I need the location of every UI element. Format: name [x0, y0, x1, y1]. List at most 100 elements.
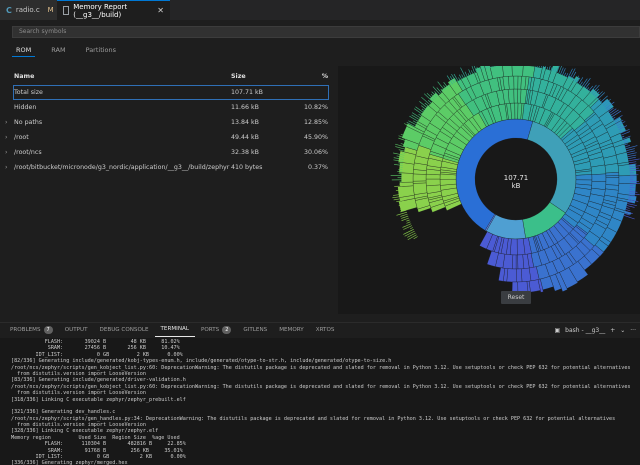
terminal-controls: ▣ bash - __g3__ + ⌄ ···	[555, 323, 637, 337]
header-name[interactable]: Name	[14, 73, 34, 80]
table-row[interactable]: Total size 107.71 kB	[13, 85, 329, 100]
table-row[interactable]: › /root/ncs 32.38 kB 30.06%	[4, 145, 330, 160]
sunburst-fringe	[406, 221, 411, 224]
tab-rom[interactable]: ROM	[12, 45, 36, 57]
tab-terminal[interactable]: TERMINAL	[154, 323, 195, 337]
sunburst-outer-slice[interactable]	[517, 254, 525, 270]
tab-label: radio.c	[15, 6, 40, 14]
sunburst-fringe	[419, 101, 428, 108]
tab-partitions[interactable]: Partitions	[82, 45, 120, 57]
sunburst-fringe	[626, 150, 635, 153]
sunburst-fringe	[564, 72, 567, 76]
sunburst-chart[interactable]	[338, 66, 640, 314]
sunburst-fringe	[623, 215, 635, 220]
terminal-output[interactable]: FLASH: 39024 B 48 KB 81.02% SRAM: 27456 …	[0, 338, 640, 465]
sunburst-fringe	[401, 217, 409, 221]
sunburst-outer-slice[interactable]	[412, 180, 427, 184]
row-name: Total size	[14, 89, 43, 96]
sunburst-outer-slice[interactable]	[605, 177, 620, 186]
sunburst-fringe	[411, 114, 420, 120]
tab-ports[interactable]: PORTS 2	[195, 323, 237, 337]
sunburst-fringe	[621, 135, 625, 138]
tab-problems[interactable]: PROBLEMS 7	[4, 323, 59, 337]
sunburst-outer-slice[interactable]	[617, 163, 637, 177]
sunburst-fringe	[625, 209, 631, 212]
sunburst-outer-slice[interactable]	[502, 66, 513, 77]
terminal-line: /root/ncs/zephyr/scripts/gen_kobject_lis…	[11, 364, 631, 371]
tab-radio-c[interactable]: C radio.c M	[0, 0, 57, 20]
sunburst-fringe	[461, 74, 464, 79]
add-terminal-icon[interactable]: +	[610, 327, 615, 334]
problems-count-badge: 7	[43, 325, 53, 334]
tab-gitlens[interactable]: GITLENS	[237, 323, 273, 337]
chevron-right-icon[interactable]: ›	[5, 134, 8, 141]
row-name: Hidden	[14, 104, 37, 111]
sunburst-fringe	[467, 73, 470, 76]
sunburst-fringe	[625, 145, 630, 148]
sunburst-fringe	[464, 71, 468, 77]
sunburst-outer-slice[interactable]	[401, 172, 414, 183]
chevron-right-icon[interactable]: ›	[5, 164, 8, 171]
sunburst-outer-slice[interactable]	[412, 182, 428, 195]
sunburst-fringe	[412, 120, 417, 124]
sunburst-fringe	[468, 69, 472, 75]
close-icon[interactable]: ✕	[157, 6, 164, 15]
sunburst-outer-slice[interactable]	[511, 66, 524, 77]
tab-memory-report[interactable]: Memory Report (__g3__/build) ✕	[57, 0, 170, 20]
tab-label: OUTPUT	[64, 326, 88, 333]
table-row[interactable]: Hidden 11.66 kB 10.82%	[4, 100, 330, 115]
sunburst-fringe	[421, 108, 425, 112]
tab-debug-console[interactable]: DEBUG CONSOLE	[94, 323, 155, 337]
sunburst-outer-slice[interactable]	[605, 175, 620, 178]
tab-memory[interactable]: MEMORY	[273, 323, 310, 337]
header-percent[interactable]: %	[322, 73, 328, 80]
sunburst-outer-slice[interactable]	[521, 267, 532, 282]
table-row[interactable]: › /root/bitbucket/micronode/g3_nordic/ap…	[4, 160, 330, 175]
row-size: 32.38 kB	[231, 149, 259, 156]
sunburst-fringe	[586, 87, 590, 90]
sunburst-outer-slice[interactable]	[506, 268, 517, 283]
chevron-right-icon[interactable]: ›	[5, 149, 8, 156]
sunburst-fringe	[569, 68, 576, 79]
sunburst-fringe	[409, 115, 418, 122]
tab-xrtos[interactable]: XRTOS	[310, 323, 341, 337]
sunburst-outer-slice[interactable]	[591, 173, 607, 182]
row-percent: 10.82%	[303, 104, 328, 111]
sunburst-outer-slice[interactable]	[618, 175, 637, 185]
terminal-icon: ▣	[554, 326, 561, 334]
tab-ram[interactable]: RAM	[47, 45, 69, 57]
search-input[interactable]: Search symbols	[12, 26, 640, 38]
sunburst-outer-slice[interactable]	[513, 88, 518, 104]
row-percent: 30.06%	[303, 149, 328, 156]
sunburst-fringe	[403, 229, 414, 235]
sunburst-outer-slice[interactable]	[515, 254, 519, 270]
terminal-line: [336/336] Generating zephyr/merged.hex	[11, 460, 128, 465]
tab-label: Memory Report (__g3__/build)	[73, 2, 128, 19]
sunburst-fringe	[471, 70, 473, 74]
sunburst-outer-slice[interactable]	[425, 178, 441, 187]
chevron-down-icon[interactable]: ⌄	[620, 327, 625, 334]
sunburst-outer-slice[interactable]	[507, 88, 515, 104]
table-row[interactable]: › No paths 13.84 kB 12.85%	[4, 115, 330, 130]
more-actions-icon[interactable]: ···	[630, 327, 636, 334]
sunburst-outer-slice[interactable]	[412, 173, 427, 182]
reset-button[interactable]: Reset	[501, 291, 531, 304]
row-size: 13.84 kB	[231, 119, 259, 126]
header-size[interactable]: Size	[231, 73, 246, 80]
tab-output[interactable]: OUTPUT	[59, 323, 94, 337]
tab-label: MEMORY	[279, 326, 304, 333]
sunburst-outer-slice[interactable]	[575, 174, 593, 181]
sunburst-fringe	[624, 143, 628, 146]
sunburst-outer-slice[interactable]	[516, 268, 523, 283]
sunburst-fringe	[413, 236, 418, 240]
sunburst-fringe	[406, 219, 410, 222]
table-row[interactable]: › /root 49.44 kB 45.90%	[4, 130, 330, 145]
terminal-selector[interactable]: bash - __g3__	[565, 327, 605, 334]
sunburst-outer-slice[interactable]	[508, 75, 515, 90]
sunburst-outer-slice[interactable]	[522, 66, 536, 78]
sunburst-fringe	[410, 227, 413, 229]
sunburst-fringe	[609, 108, 617, 114]
sunburst-outer-slice[interactable]	[513, 75, 519, 90]
panel-tab-bar: PROBLEMS 7 OUTPUT DEBUG CONSOLE TERMINAL…	[0, 322, 640, 337]
chevron-right-icon[interactable]: ›	[5, 119, 8, 126]
